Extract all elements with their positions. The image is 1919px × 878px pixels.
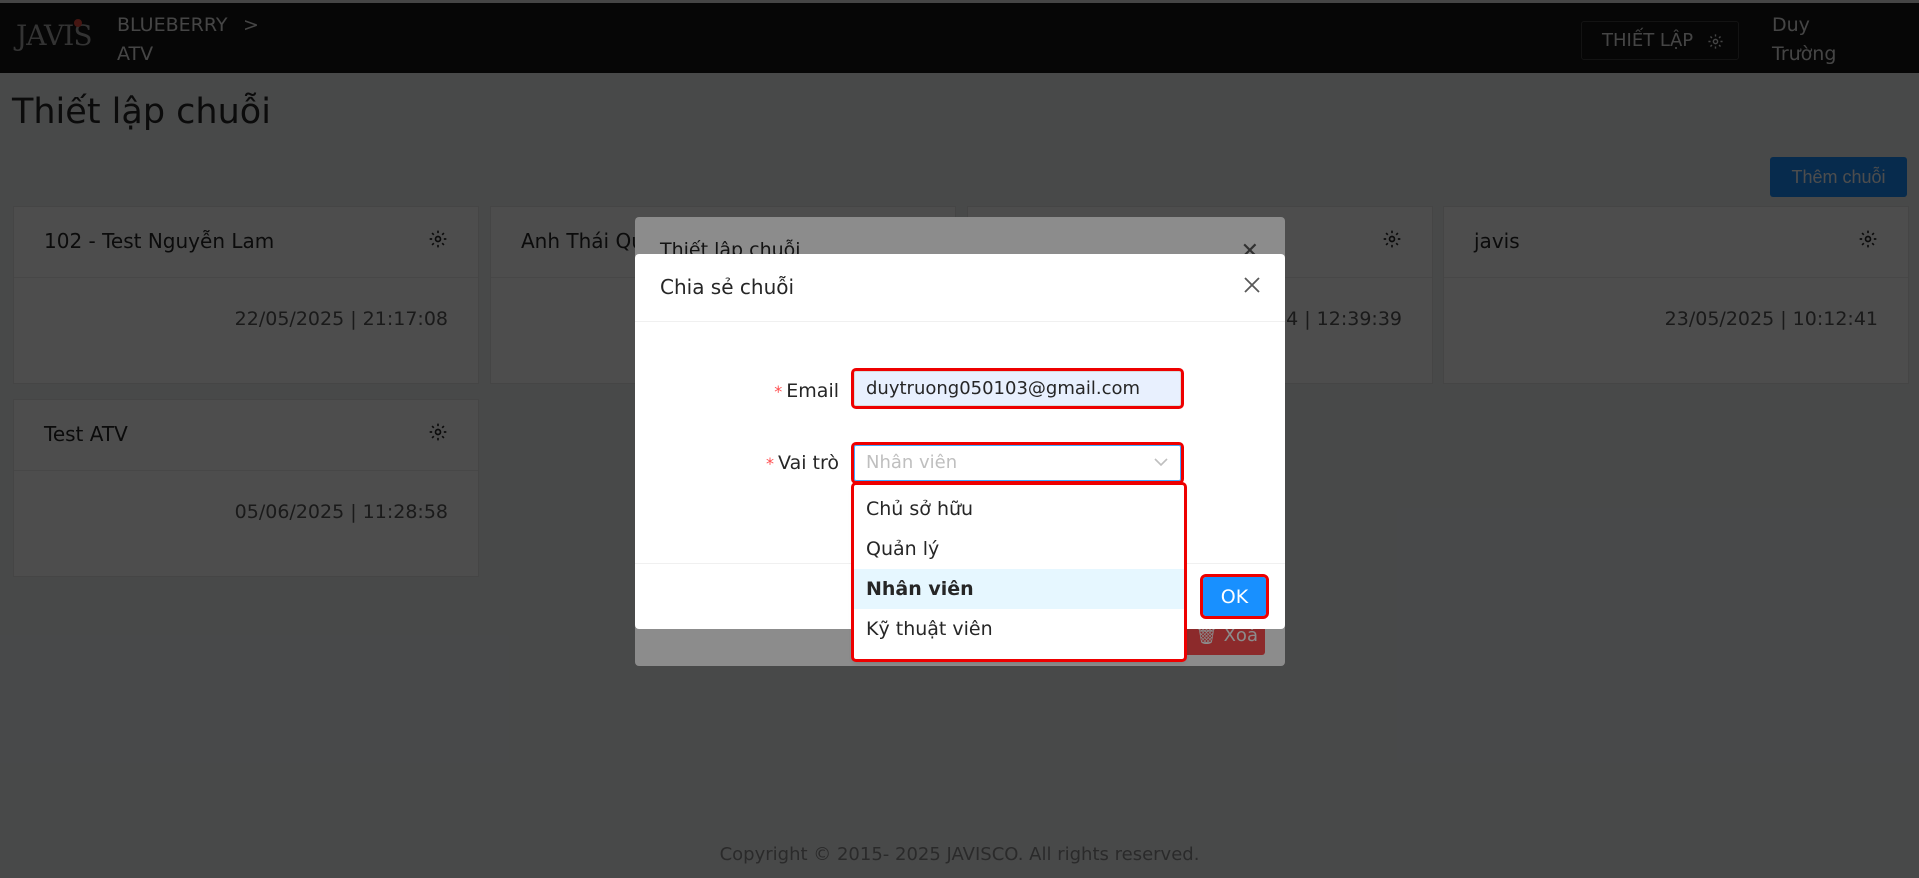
role-option-staff[interactable]: Nhân viên xyxy=(854,569,1184,609)
role-option-technician[interactable]: Kỹ thuật viên xyxy=(854,609,1184,649)
role-option-manager[interactable]: Quản lý xyxy=(854,529,1184,569)
close-icon[interactable] xyxy=(1243,276,1261,294)
role-select-value: Nhân viên xyxy=(866,452,958,473)
chevron-down-icon xyxy=(1154,458,1168,467)
role-dropdown: Chủ sở hữu Quản lý Nhân viên Kỹ thuật vi… xyxy=(851,482,1187,662)
role-label: * Vai trò xyxy=(766,452,839,474)
ok-button[interactable]: OK xyxy=(1200,574,1269,619)
email-input[interactable] xyxy=(851,368,1184,409)
email-label: * Email xyxy=(774,380,839,402)
role-select[interactable]: Nhân viên xyxy=(851,442,1184,484)
role-option-owner[interactable]: Chủ sở hữu xyxy=(854,489,1184,529)
modal-title: Chia sẻ chuỗi xyxy=(660,275,795,299)
